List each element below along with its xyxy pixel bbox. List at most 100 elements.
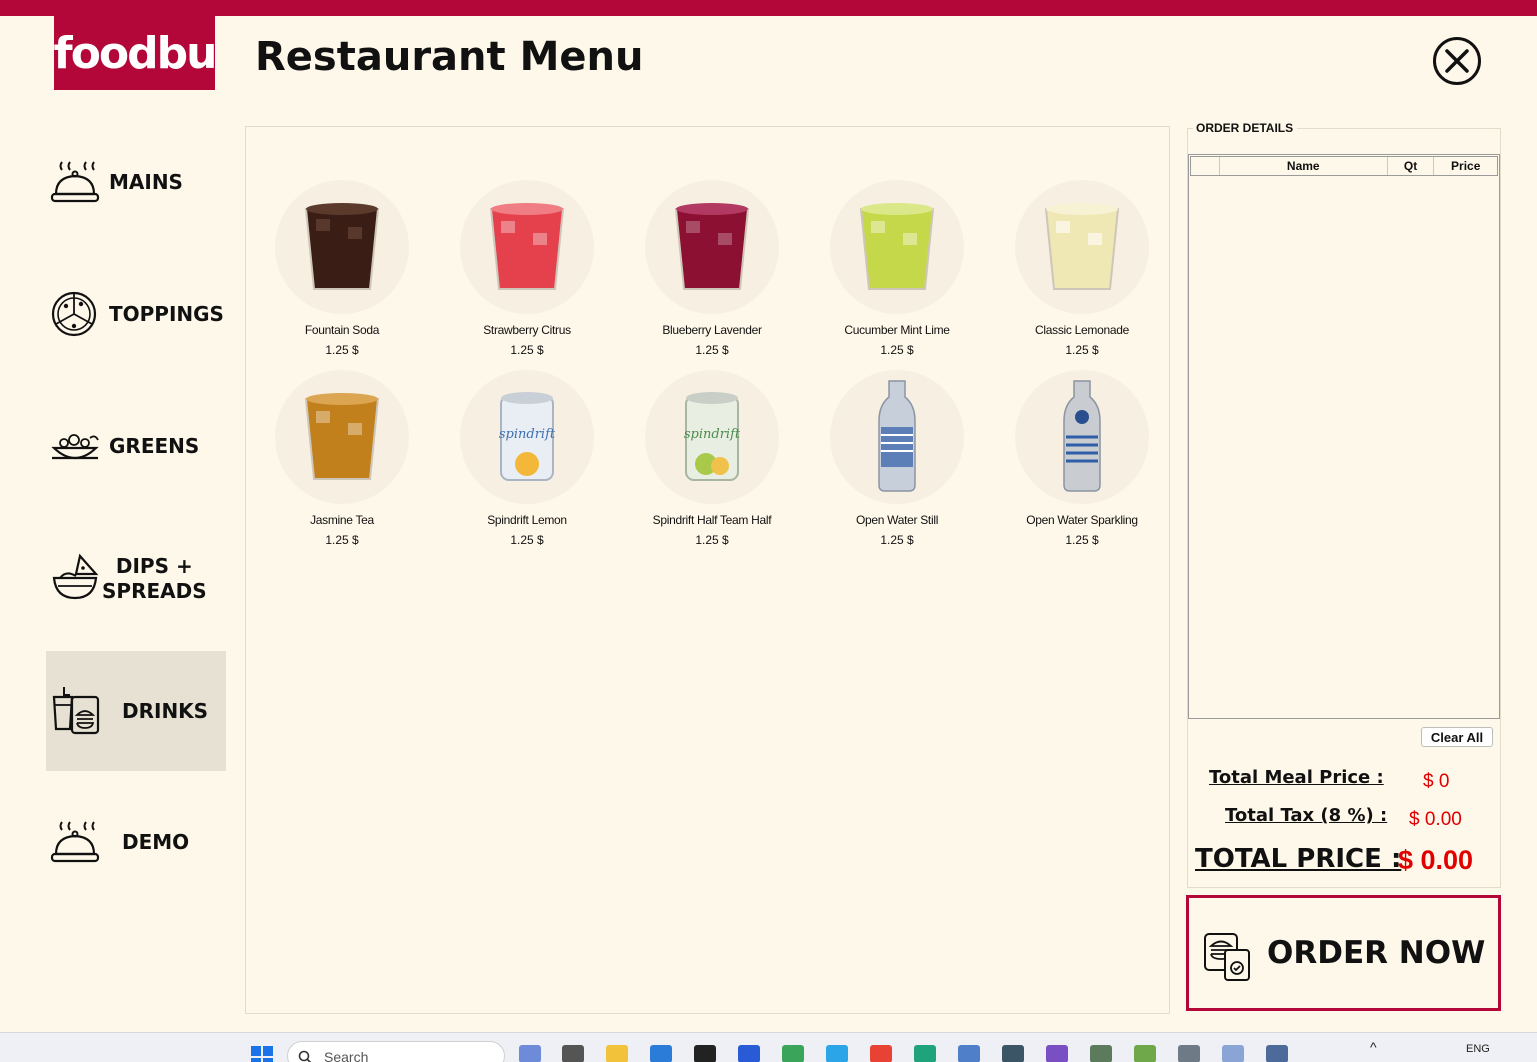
- svg-text:spindrift: spindrift: [684, 427, 741, 442]
- item-name: Blueberry Lavender: [662, 323, 762, 337]
- column-header-select[interactable]: [1191, 157, 1220, 175]
- drink-image: spindrift: [645, 370, 779, 504]
- cloche-icon: [50, 821, 100, 863]
- category-dips-spreads[interactable]: DIPS + SPREADS: [46, 518, 226, 638]
- item-price: 1.25 $: [325, 343, 359, 357]
- menu-item[interactable]: Strawberry Citrus 1.25 $: [452, 180, 602, 357]
- menu-item[interactable]: spindrift Spindrift Lemon 1.25 $: [452, 370, 602, 547]
- store-app-icon[interactable]: [650, 1045, 672, 1062]
- category-label: DEMO: [122, 829, 190, 854]
- order-receipt-icon: [1204, 933, 1250, 981]
- drink-image: [830, 370, 964, 504]
- category-label: DRINKS: [122, 698, 209, 723]
- category-mains[interactable]: MAINS: [46, 122, 226, 242]
- drink-image: [275, 180, 409, 314]
- app-icon[interactable]: [1266, 1045, 1288, 1062]
- category-drinks[interactable]: DRINKS: [46, 651, 226, 771]
- total-price-label: TOTAL PRICE :: [1195, 844, 1402, 874]
- pizza-icon: [51, 291, 97, 337]
- cloche-icon: [50, 161, 100, 203]
- page-title: Restaurant Menu: [255, 34, 644, 80]
- item-name: Jasmine Tea: [310, 513, 374, 527]
- category-greens[interactable]: GREENS: [46, 386, 226, 506]
- item-price: 1.25 $: [880, 343, 914, 357]
- total-tax-value: $ 0.00: [1409, 809, 1462, 830]
- search-placeholder: Search: [324, 1049, 369, 1062]
- total-meal-price-value: $ 0: [1423, 771, 1450, 792]
- menu-item[interactable]: Open Water Still 1.25 $: [822, 370, 972, 547]
- drink-image: [275, 370, 409, 504]
- app-icon[interactable]: [1134, 1045, 1156, 1062]
- settings-app-icon[interactable]: [1178, 1045, 1200, 1062]
- menu-item[interactable]: Cucumber Mint Lime 1.25 $: [822, 180, 972, 357]
- item-price: 1.25 $: [695, 533, 729, 547]
- column-header-name[interactable]: Name: [1220, 157, 1388, 175]
- drink-image: spindrift: [460, 370, 594, 504]
- terminal-app-icon[interactable]: [694, 1045, 716, 1062]
- total-tax-label: Total Tax (8 %) :: [1225, 805, 1388, 826]
- drink-image: [830, 180, 964, 314]
- task-view-icon[interactable]: [562, 1045, 584, 1062]
- app-icon[interactable]: [1090, 1045, 1112, 1062]
- windows-start-icon[interactable]: [250, 1045, 274, 1062]
- visual-studio-icon[interactable]: [1046, 1045, 1068, 1062]
- category-label-line2: SPREADS: [102, 579, 207, 603]
- item-name: Classic Lemonade: [1035, 323, 1129, 337]
- order-table[interactable]: Name Qt Price: [1188, 154, 1500, 719]
- drink-image: [1015, 370, 1149, 504]
- item-name: Open Water Sparkling: [1026, 513, 1138, 527]
- item-price: 1.25 $: [1065, 533, 1099, 547]
- chrome-app-icon[interactable]: [870, 1045, 892, 1062]
- item-price: 1.25 $: [510, 343, 544, 357]
- menu-item[interactable]: Fountain Soda 1.25 $: [267, 180, 417, 357]
- clear-all-button[interactable]: Clear All: [1421, 727, 1493, 747]
- category-demo[interactable]: DEMO: [46, 782, 226, 902]
- app-icon[interactable]: [826, 1045, 848, 1062]
- item-name: Strawberry Citrus: [483, 323, 571, 337]
- item-name: Cucumber Mint Lime: [844, 323, 950, 337]
- drink-image: [1015, 180, 1149, 314]
- order-details-legend: ORDER DETAILS: [1193, 121, 1298, 135]
- category-label: MAINS: [109, 169, 183, 194]
- menu-item[interactable]: Open Water Sparkling 1.25 $: [1007, 370, 1157, 547]
- close-button[interactable]: [1433, 37, 1481, 85]
- edge-app-icon[interactable]: [914, 1045, 936, 1062]
- file-explorer-icon[interactable]: [606, 1045, 628, 1062]
- category-label: GREENS: [109, 433, 200, 458]
- category-toppings[interactable]: TOPPINGS: [46, 254, 226, 374]
- menu-item[interactable]: Classic Lemonade 1.25 $: [1007, 180, 1157, 357]
- app-icon[interactable]: [1002, 1045, 1024, 1062]
- menu-item[interactable]: Blueberry Lavender 1.25 $: [637, 180, 787, 357]
- menu-item[interactable]: spindrift Spindrift Half Team Half 1.25 …: [637, 370, 787, 547]
- drinks-burger-icon: [52, 687, 100, 735]
- menu-item[interactable]: Jasmine Tea 1.25 $: [267, 370, 417, 547]
- salad-bowl-icon: [51, 434, 99, 460]
- drink-image: [460, 180, 594, 314]
- taskbar-search-box[interactable]: Search: [287, 1041, 505, 1062]
- svg-text:spindrift: spindrift: [499, 427, 556, 442]
- search-icon: [298, 1050, 312, 1062]
- column-header-qty[interactable]: Qt: [1388, 157, 1435, 175]
- browser-app-icon[interactable]: [782, 1045, 804, 1062]
- copilot-app-icon[interactable]: [519, 1045, 541, 1062]
- item-price: 1.25 $: [880, 533, 914, 547]
- category-label-line1: DIPS +: [115, 554, 193, 578]
- item-price: 1.25 $: [325, 533, 359, 547]
- app-icon[interactable]: [958, 1045, 980, 1062]
- app-icon[interactable]: [1222, 1045, 1244, 1062]
- app-icon[interactable]: [738, 1045, 760, 1062]
- column-header-price[interactable]: Price: [1434, 157, 1497, 175]
- dip-bowl-icon: [52, 553, 99, 600]
- windows-taskbar: Search ^ ENG: [0, 1032, 1537, 1062]
- close-icon: [1445, 49, 1469, 73]
- item-name: Spindrift Half Team Half: [652, 513, 772, 527]
- order-now-button[interactable]: ORDER NOW: [1186, 895, 1501, 1011]
- item-name: Fountain Soda: [304, 323, 380, 337]
- chevron-up-icon[interactable]: ^: [1370, 1039, 1377, 1055]
- item-name: Open Water Still: [855, 513, 939, 527]
- order-now-label: ORDER NOW: [1267, 935, 1486, 971]
- item-price: 1.25 $: [1065, 343, 1099, 357]
- order-table-header: Name Qt Price: [1190, 156, 1498, 176]
- total-meal-price-label: Total Meal Price :: [1209, 767, 1384, 788]
- language-indicator[interactable]: ENG: [1466, 1043, 1490, 1055]
